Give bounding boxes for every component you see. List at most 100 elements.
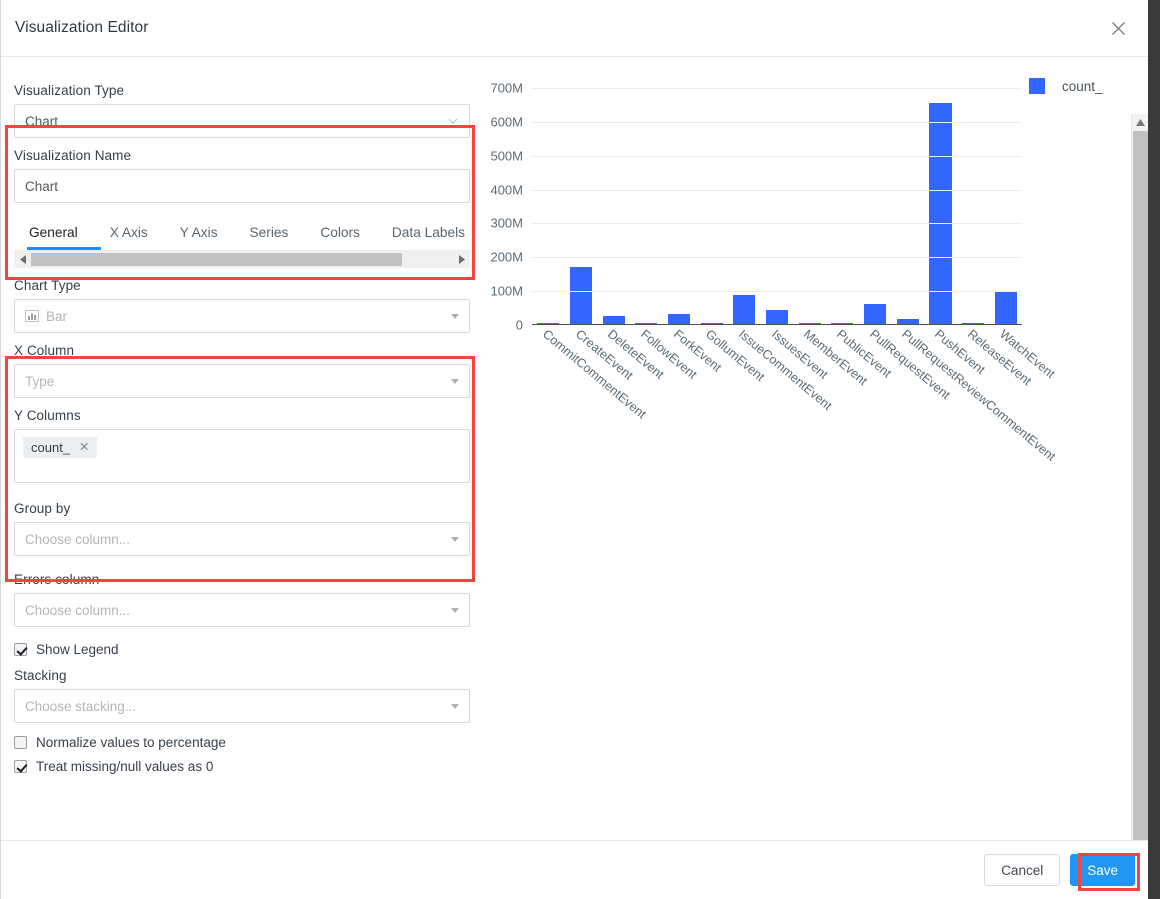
y-axis-tick-label: 0 bbox=[515, 317, 523, 333]
close-icon[interactable]: ✕ bbox=[79, 441, 89, 454]
bar-slot bbox=[924, 71, 957, 325]
tab-general[interactable]: General bbox=[15, 217, 94, 250]
y-columns-label: Y Columns bbox=[14, 408, 81, 423]
save-button[interactable]: Save bbox=[1070, 854, 1135, 886]
checkbox-box bbox=[14, 736, 27, 749]
errors-column-select[interactable]: Choose column... bbox=[14, 593, 470, 627]
y-axis-tick-label: 100M bbox=[490, 283, 523, 299]
checkbox-box bbox=[14, 760, 27, 773]
visualization-type-value: Chart bbox=[25, 113, 59, 129]
x-column-select[interactable]: Type bbox=[14, 364, 470, 398]
group-by-select[interactable]: Choose column... bbox=[14, 522, 470, 556]
visualization-type-label: Visualization Type bbox=[14, 83, 125, 98]
x-column-label: X Column bbox=[14, 343, 75, 358]
tab-colors[interactable]: Colors bbox=[304, 217, 376, 250]
bar[interactable] bbox=[733, 295, 756, 325]
caret-down-icon bbox=[451, 378, 459, 384]
bar-slot bbox=[532, 71, 565, 325]
gridline bbox=[532, 291, 1022, 293]
bar-slot bbox=[826, 71, 859, 325]
bar-slot bbox=[695, 71, 728, 325]
bar-slot bbox=[663, 71, 696, 325]
legend-swatch bbox=[1029, 78, 1045, 94]
errors-column-label: Errors column bbox=[14, 572, 100, 587]
stacking-placeholder: Choose stacking... bbox=[25, 698, 137, 714]
gridline bbox=[532, 223, 1022, 225]
visualization-editor-dialog: Visualization Editor Visualization Type … bbox=[0, 0, 1148, 899]
dialog-footer: Cancel Save bbox=[1, 840, 1148, 899]
active-tab-indicator bbox=[27, 247, 101, 250]
y-column-chip[interactable]: count_ ✕ bbox=[23, 437, 97, 458]
show-legend-checkbox[interactable]: Show Legend bbox=[14, 642, 470, 657]
stacking-select[interactable]: Choose stacking... bbox=[14, 689, 470, 723]
caret-up-icon[interactable] bbox=[1132, 114, 1148, 130]
gridline bbox=[532, 121, 1022, 123]
bar-slot bbox=[989, 71, 1022, 325]
chart-type-value: Bar bbox=[46, 308, 68, 324]
chart-preview-panel: count_ 0 100M 200M 300M 400M 500M 600M 700M Com… bbox=[484, 57, 1148, 840]
scrollbar-thumb[interactable] bbox=[31, 253, 403, 266]
scrollbar-track[interactable] bbox=[31, 252, 453, 267]
caret-left-icon[interactable] bbox=[15, 252, 31, 267]
bar-slot bbox=[565, 71, 598, 325]
dialog-body: Visualization Type Chart Visualization N… bbox=[1, 57, 1148, 897]
gridline bbox=[532, 155, 1022, 157]
stacking-label: Stacking bbox=[14, 668, 67, 683]
x-column-placeholder: Type bbox=[25, 373, 55, 389]
show-legend-label: Show Legend bbox=[36, 642, 119, 657]
group-by-label: Group by bbox=[14, 501, 71, 516]
close-icon[interactable] bbox=[1104, 14, 1132, 42]
normalize-checkbox[interactable]: Normalize values to percentage bbox=[14, 735, 470, 750]
gridline bbox=[532, 189, 1022, 191]
stacking-field: Stacking Choose stacking... bbox=[14, 668, 470, 723]
bar-slot bbox=[597, 71, 630, 325]
bar-slot bbox=[957, 71, 990, 325]
tabs-horizontal-scrollbar[interactable] bbox=[14, 251, 470, 268]
bar-series bbox=[532, 71, 1022, 325]
bar-slot bbox=[761, 71, 794, 325]
bar-slot bbox=[793, 71, 826, 325]
tab-x-axis[interactable]: X Axis bbox=[94, 217, 164, 250]
caret-down-icon bbox=[451, 536, 459, 542]
y-axis-tick-label: 700M bbox=[490, 80, 523, 96]
bar-slot bbox=[891, 71, 924, 325]
tab-series[interactable]: Series bbox=[234, 217, 305, 250]
y-columns-input[interactable]: count_ ✕ bbox=[14, 429, 470, 483]
bar[interactable] bbox=[863, 304, 887, 325]
bar-chart: count_ 0 100M 200M 300M 400M 500M 600M 700M Com… bbox=[484, 57, 1148, 840]
errors-column-field: Errors column Choose column... bbox=[14, 572, 470, 627]
cancel-button[interactable]: Cancel bbox=[984, 854, 1061, 886]
treat-missing-checkbox[interactable]: Treat missing/null values as 0 bbox=[14, 759, 470, 774]
caret-right-icon[interactable] bbox=[453, 252, 469, 267]
chip-label: count_ bbox=[31, 440, 71, 455]
chart-legend[interactable]: count_ bbox=[1029, 78, 1103, 94]
errors-column-placeholder: Choose column... bbox=[25, 602, 131, 618]
bar[interactable] bbox=[994, 292, 1017, 325]
tab-y-axis[interactable]: Y Axis bbox=[164, 217, 234, 250]
visualization-type-select[interactable]: Chart bbox=[14, 104, 470, 138]
bar-chart-icon bbox=[25, 310, 39, 322]
dialog-vertical-scrollbar[interactable] bbox=[1131, 114, 1148, 897]
group-by-field: Group by Choose column... bbox=[14, 501, 470, 556]
plot-area: 0 100M 200M 300M 400M 500M 600M 700M bbox=[490, 71, 1022, 333]
y-axis-tick-label: 300M bbox=[490, 215, 523, 231]
caret-down-icon bbox=[451, 703, 459, 709]
x-column-field: X Column Type bbox=[14, 343, 470, 398]
chart-type-label: Chart Type bbox=[14, 278, 81, 293]
bar[interactable] bbox=[765, 310, 789, 325]
chart-type-select[interactable]: Bar bbox=[14, 299, 470, 333]
visualization-name-input[interactable]: Chart bbox=[14, 169, 470, 203]
gridline bbox=[532, 87, 1022, 89]
visualization-name-label: Visualization Name bbox=[14, 148, 132, 163]
scrollbar-thumb[interactable] bbox=[1133, 131, 1148, 868]
x-axis-labels: CommitCommentEvent CreateEvent DeleteEvent… bbox=[532, 327, 1058, 464]
visualization-type-field: Visualization Type Chart bbox=[14, 83, 470, 138]
visualization-name-field: Visualization Name Chart bbox=[14, 148, 470, 203]
bar[interactable] bbox=[569, 266, 593, 325]
page-title: Visualization Editor bbox=[15, 19, 149, 36]
y-columns-field: Y Columns count_ ✕ bbox=[14, 408, 470, 483]
y-axis-tick-label: 600M bbox=[490, 114, 523, 130]
gridline bbox=[532, 257, 1022, 259]
chart-type-field: Chart Type Bar bbox=[14, 278, 470, 333]
tab-data-labels[interactable]: Data Labels bbox=[376, 217, 481, 250]
